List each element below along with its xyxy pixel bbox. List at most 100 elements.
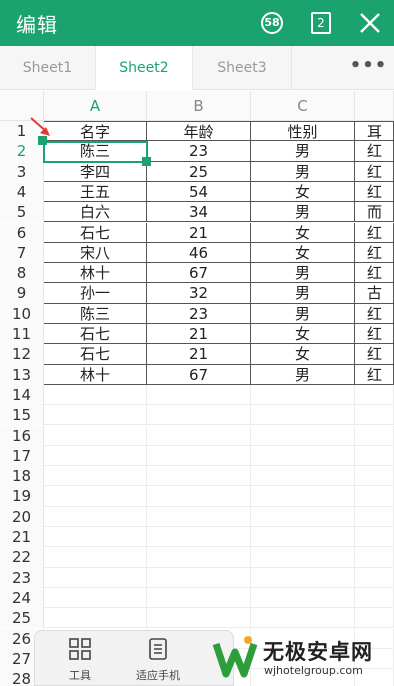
row-header[interactable]: 7 (0, 242, 44, 264)
table-cell[interactable] (355, 527, 394, 548)
table-cell[interactable]: 女 (251, 324, 355, 345)
table-cell[interactable] (355, 466, 394, 487)
table-cell[interactable] (147, 506, 251, 527)
table-cell[interactable]: 红 (355, 324, 394, 345)
table-cell[interactable] (251, 425, 355, 446)
table-cell[interactable] (355, 587, 394, 609)
table-cell[interactable]: 白六 (44, 202, 147, 223)
table-cell[interactable]: 石七 (44, 222, 147, 243)
row-header[interactable]: 3 (0, 161, 44, 182)
table-cell[interactable] (355, 425, 394, 446)
table-cell[interactable] (147, 547, 251, 568)
table-cell[interactable]: 林十 (44, 364, 147, 385)
table-cell[interactable] (44, 547, 147, 568)
table-cell[interactable]: 男 (251, 364, 355, 385)
table-cell[interactable]: 红 (355, 161, 394, 182)
table-cell[interactable] (355, 567, 394, 588)
table-cell[interactable] (251, 405, 355, 426)
table-cell[interactable] (355, 547, 394, 568)
table-cell[interactable] (44, 486, 147, 507)
tab-sheet1[interactable]: Sheet1 (0, 46, 96, 90)
row-header[interactable]: 11 (0, 324, 44, 345)
table-cell[interactable]: 女 (251, 344, 355, 365)
table-cell[interactable] (251, 445, 355, 467)
selection-end-handle[interactable] (142, 157, 151, 166)
row-header[interactable]: 22 (0, 547, 44, 568)
table-cell[interactable] (147, 445, 251, 467)
column-header-c[interactable]: C (251, 91, 355, 121)
table-cell[interactable] (251, 384, 355, 406)
table-cell[interactable]: 67 (147, 364, 251, 385)
table-cell[interactable]: 男 (251, 263, 355, 284)
table-cell[interactable] (147, 466, 251, 487)
table-cell[interactable]: 红 (355, 303, 394, 324)
row-header[interactable]: 5 (0, 202, 44, 223)
table-cell[interactable]: 性别 (251, 122, 355, 143)
table-cell[interactable] (251, 547, 355, 568)
table-cell[interactable] (44, 567, 147, 588)
table-cell[interactable] (44, 587, 147, 609)
table-cell[interactable] (251, 567, 355, 588)
table-cell[interactable]: 宋八 (44, 242, 147, 264)
table-cell[interactable] (251, 608, 355, 629)
table-cell[interactable]: 女 (251, 222, 355, 243)
table-cell[interactable]: 21 (147, 344, 251, 365)
table-cell[interactable] (147, 567, 251, 588)
table-cell[interactable]: 23 (147, 303, 251, 324)
row-header[interactable]: 10 (0, 303, 44, 324)
table-cell[interactable]: 54 (147, 181, 251, 203)
table-cell[interactable] (147, 608, 251, 629)
table-cell[interactable]: 女 (251, 242, 355, 264)
table-cell[interactable] (147, 405, 251, 426)
table-cell[interactable]: 陈三 (44, 141, 147, 162)
row-header[interactable]: 6 (0, 222, 44, 243)
table-cell[interactable] (355, 405, 394, 426)
more-icon[interactable]: ••• (343, 46, 394, 90)
row-header[interactable]: 18 (0, 466, 44, 487)
row-header[interactable]: 8 (0, 263, 44, 284)
tab-sheet2[interactable]: Sheet2 (96, 46, 193, 90)
table-cell[interactable] (44, 384, 147, 406)
row-header[interactable]: 4 (0, 181, 44, 203)
table-cell[interactable]: 21 (147, 324, 251, 345)
table-cell[interactable]: 21 (147, 222, 251, 243)
table-cell[interactable] (355, 608, 394, 629)
table-cell[interactable]: 王五 (44, 181, 147, 203)
table-cell[interactable]: 红 (355, 242, 394, 264)
row-header[interactable]: 25 (0, 608, 44, 629)
table-cell[interactable]: 25 (147, 161, 251, 182)
row-header[interactable]: 20 (0, 506, 44, 527)
table-cell[interactable]: 林十 (44, 263, 147, 284)
table-cell[interactable]: 红 (355, 344, 394, 365)
column-header-b[interactable]: B (147, 91, 251, 121)
table-cell[interactable] (44, 608, 147, 629)
table-cell[interactable]: 红 (355, 141, 394, 162)
row-header[interactable]: 14 (0, 384, 44, 406)
table-cell[interactable] (355, 506, 394, 527)
table-cell[interactable] (251, 587, 355, 609)
row-header[interactable]: 24 (0, 587, 44, 609)
sheet-count-icon[interactable]: 2 (311, 12, 331, 34)
row-header[interactable]: 23 (0, 567, 44, 588)
table-cell[interactable]: 67 (147, 263, 251, 284)
table-cell[interactable]: 李四 (44, 161, 147, 182)
fit-phone-button[interactable]: 适应手机 (113, 637, 203, 685)
table-cell[interactable]: 孙一 (44, 283, 147, 304)
table-cell[interactable] (355, 384, 394, 406)
table-cell[interactable]: 男 (251, 202, 355, 223)
table-cell[interactable] (44, 527, 147, 548)
row-header[interactable]: 21 (0, 527, 44, 548)
table-cell[interactable]: 耳 (355, 122, 394, 143)
table-cell[interactable]: 女 (251, 181, 355, 203)
table-cell[interactable]: 红 (355, 181, 394, 203)
table-cell[interactable]: 石七 (44, 324, 147, 345)
table-cell[interactable]: 男 (251, 161, 355, 182)
table-cell[interactable]: 红 (355, 222, 394, 243)
table-cell[interactable] (251, 506, 355, 527)
table-cell[interactable] (251, 527, 355, 548)
table-cell[interactable]: 32 (147, 283, 251, 304)
table-cell[interactable] (355, 486, 394, 507)
table-cell[interactable] (147, 425, 251, 446)
table-cell[interactable]: 红 (355, 364, 394, 385)
table-cell[interactable] (44, 466, 147, 487)
